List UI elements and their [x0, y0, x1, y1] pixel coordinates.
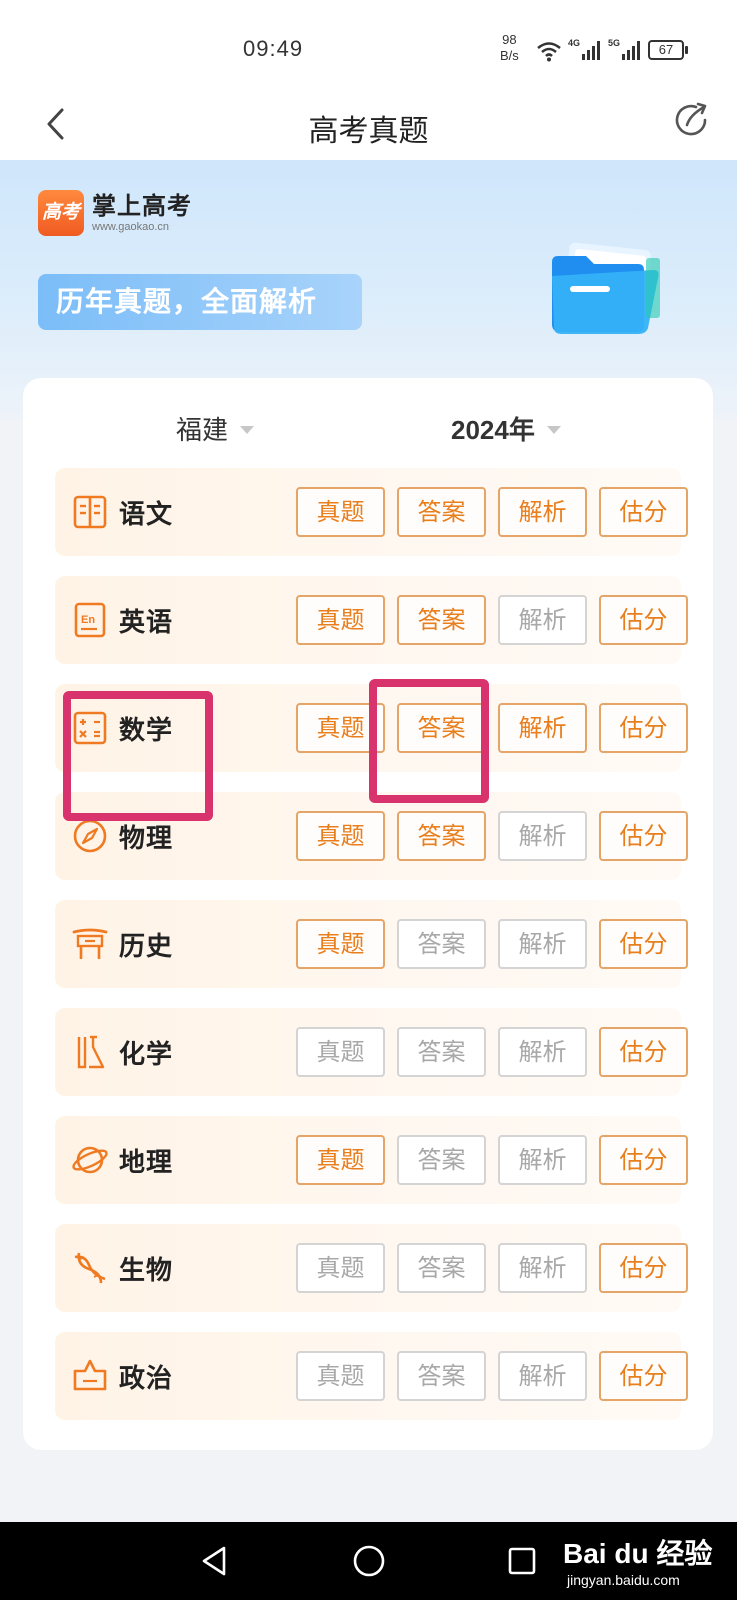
answer-button[interactable]: 答案: [397, 811, 486, 861]
folder-icon: [552, 242, 660, 334]
signal-5g-icon: 5G: [608, 38, 642, 62]
exam-paper-button[interactable]: 真题: [296, 1135, 385, 1185]
analysis-button[interactable]: 解析: [498, 1351, 587, 1401]
logo-mark-icon: 高考: [38, 190, 84, 236]
analysis-button[interactable]: 解析: [498, 595, 587, 645]
battery-indicator: 67: [648, 40, 684, 60]
subject-row-history: 历史 真题 答案 解析 估分: [55, 900, 688, 988]
subject-row-politics: 政治 真题 答案 解析 估分: [55, 1332, 688, 1420]
score-estimate-button[interactable]: 估分: [599, 919, 688, 969]
score-estimate-button[interactable]: 估分: [599, 1027, 688, 1077]
subject-name: 地理: [119, 1148, 174, 1178]
year-value: 2024年: [451, 415, 535, 445]
subject-name: 语文: [119, 500, 174, 530]
chevron-down-icon: [240, 425, 255, 434]
subject-name: 历史: [119, 932, 174, 962]
score-estimate-button[interactable]: 估分: [599, 1135, 688, 1185]
logo-name: 掌上高考: [92, 192, 192, 220]
banner-slogan: 历年真题，全面解析: [38, 274, 362, 330]
logo-text: 掌上高考 www.gaokao.cn: [92, 192, 192, 234]
exam-paper-button[interactable]: 真题: [296, 487, 385, 537]
answer-button[interactable]: 答案: [397, 1243, 486, 1293]
app-header: 高考真题: [0, 92, 737, 160]
subject-name: 生物: [119, 1256, 174, 1286]
province-dropdown[interactable]: 福建: [176, 410, 255, 447]
exam-paper-button[interactable]: 真题: [296, 1243, 385, 1293]
analysis-button[interactable]: 解析: [498, 487, 587, 537]
subject-name: 化学: [119, 1040, 174, 1070]
score-estimate-button[interactable]: 估分: [599, 703, 688, 753]
exam-paper-button[interactable]: 真题: [296, 919, 385, 969]
province-value: 福建: [176, 416, 229, 446]
subject-row-chinese: 语文 真题 答案 解析 估分: [55, 468, 688, 556]
exam-paper-button[interactable]: 真题: [296, 1027, 385, 1077]
network-speed-value: 98: [502, 32, 517, 47]
flask-icon: [77, 1035, 105, 1069]
book-icon: [73, 495, 107, 529]
analysis-button[interactable]: 解析: [498, 919, 587, 969]
planet-icon: [72, 1146, 108, 1174]
analysis-button[interactable]: 解析: [498, 1027, 587, 1077]
battery-tip: [685, 46, 688, 54]
gate-icon: [72, 928, 108, 959]
highlight-box-math-subject: [63, 691, 213, 821]
system-nav-bar: Bai du 经验 jingyan.baidu.com: [0, 1522, 737, 1600]
answer-button[interactable]: 答案: [397, 487, 486, 537]
analysis-button[interactable]: 解析: [498, 1135, 587, 1185]
compass-icon: [73, 819, 107, 853]
chevron-down-icon: [546, 425, 561, 434]
pentagon-icon: [73, 1359, 107, 1391]
exam-card: 福建 2024年 语文 真题 答案 解析 估分 En 英语 真题 答案 解析 估…: [23, 378, 713, 1450]
analysis-button[interactable]: 解析: [498, 703, 587, 753]
answer-button[interactable]: 答案: [397, 1351, 486, 1401]
back-triangle-icon[interactable]: [196, 1542, 234, 1580]
subject-row-english: En 英语 真题 答案 解析 估分: [55, 576, 688, 664]
status-bar: 09:49 98 B/s 4G 5G 67: [0, 0, 737, 92]
subject-row-chemistry: 化学 真题 答案 解析 估分: [55, 1008, 688, 1096]
exam-paper-button[interactable]: 真题: [296, 811, 385, 861]
logo-url: www.gaokao.cn: [92, 221, 170, 233]
watermark-title: Bai du 经验: [563, 1538, 713, 1569]
score-estimate-button[interactable]: 估分: [599, 595, 688, 645]
network-speed: 98 B/s: [500, 32, 519, 64]
answer-button[interactable]: 答案: [397, 1027, 486, 1077]
score-estimate-button[interactable]: 估分: [599, 1351, 688, 1401]
exam-paper-button[interactable]: 真题: [296, 595, 385, 645]
score-estimate-button[interactable]: 估分: [599, 487, 688, 537]
recents-square-icon[interactable]: [503, 1542, 541, 1580]
score-estimate-button[interactable]: 估分: [599, 811, 688, 861]
subject-row-geography: 地理 真题 答案 解析 估分: [55, 1116, 688, 1204]
signal-4g-icon: 4G: [568, 38, 602, 62]
english-icon: En: [74, 602, 106, 638]
network-speed-unit: B/s: [500, 48, 519, 63]
answer-button[interactable]: 答案: [397, 595, 486, 645]
app-logo: 高考 掌上高考 www.gaokao.cn: [38, 190, 192, 236]
answer-button[interactable]: 答案: [397, 919, 486, 969]
analysis-button[interactable]: 解析: [498, 1243, 587, 1293]
status-icons: 4G 5G: [536, 36, 642, 62]
subject-name: 物理: [119, 824, 174, 854]
subject-name: 英语: [119, 608, 174, 638]
answer-button[interactable]: 答案: [397, 1135, 486, 1185]
subject-row-biology: 生物 真题 答案 解析 估分: [55, 1224, 688, 1312]
analysis-button[interactable]: 解析: [498, 811, 587, 861]
svg-text:En: En: [81, 614, 95, 626]
baidu-jingyan-watermark: Bai du 经验 jingyan.baidu.com: [563, 1532, 712, 1588]
home-circle-icon[interactable]: [350, 1542, 388, 1580]
dna-icon: [74, 1252, 106, 1284]
subject-name: 政治: [119, 1364, 174, 1394]
share-icon[interactable]: [672, 100, 712, 140]
score-estimate-button[interactable]: 估分: [599, 1243, 688, 1293]
wifi-icon: [537, 42, 561, 62]
page-title: 高考真题: [308, 114, 429, 149]
watermark-url: jingyan.baidu.com: [567, 1572, 680, 1588]
status-time: 09:49: [243, 36, 304, 61]
year-dropdown[interactable]: 2024年: [451, 410, 561, 447]
highlight-box-math-answer: [369, 679, 489, 803]
exam-paper-button[interactable]: 真题: [296, 1351, 385, 1401]
